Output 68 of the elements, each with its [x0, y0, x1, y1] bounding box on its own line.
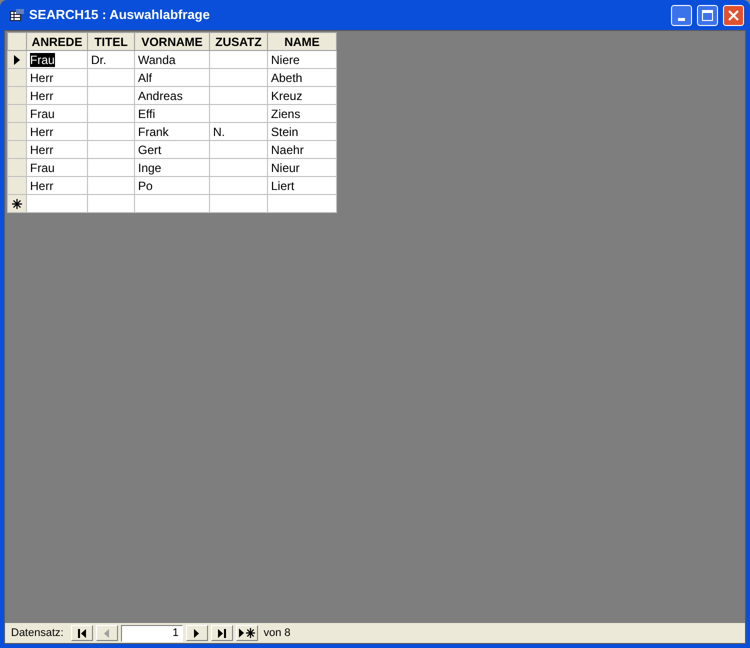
window-title: SEARCH15 : Auswahlabfrage: [29, 6, 211, 24]
column-header[interactable]: VORNAME: [134, 32, 210, 50]
table-cell: Nieur: [268, 158, 336, 176]
table-cell: Alf: [134, 68, 210, 86]
maximize-icon: [702, 10, 713, 20]
table-cell: [88, 140, 134, 158]
last-record-button[interactable]: [210, 625, 233, 641]
row-selector[interactable]: [8, 194, 26, 212]
new-record-button[interactable]: [236, 625, 258, 641]
maximize-button[interactable]: [697, 4, 718, 26]
table-cell: [210, 158, 268, 176]
datasheet-icon: [10, 9, 24, 21]
table-cell: [88, 122, 134, 140]
new-row-icon: [12, 198, 22, 208]
table-cell: [88, 86, 134, 104]
table-cell: Po: [134, 176, 210, 194]
column-header[interactable]: NAME: [268, 32, 336, 50]
table-cell: [210, 86, 268, 104]
table-cell: Kreuz: [268, 86, 336, 104]
table-cell: [210, 50, 268, 68]
column-header[interactable]: ZUSATZ: [210, 32, 268, 50]
table-cell: Frau: [26, 158, 88, 176]
record-number-field[interactable]: 1: [120, 624, 183, 642]
table-cell: [88, 68, 134, 86]
new-record-icon: [238, 628, 255, 638]
table-cell: N.: [210, 122, 268, 140]
table-cell: [88, 158, 134, 176]
table-cell: Herr: [26, 68, 88, 86]
corner-cell: [8, 32, 26, 50]
previous-icon: [104, 628, 110, 638]
selected-cell-text: Frau: [30, 52, 55, 66]
table-cell: [210, 104, 268, 122]
table-cell: Frau: [26, 104, 88, 122]
table-cell: Herr: [26, 176, 88, 194]
table-cell: [210, 140, 268, 158]
table-cell: Inge: [134, 158, 210, 176]
next-record-button[interactable]: [186, 625, 208, 641]
row-selector[interactable]: [8, 50, 26, 68]
minimize-button[interactable]: [671, 4, 692, 26]
table-cell: Dr.: [88, 50, 134, 68]
table-cell: [88, 104, 134, 122]
first-record-icon: [76, 628, 87, 638]
table-cell: Herr: [26, 122, 88, 140]
minimize-icon: [678, 18, 685, 20]
table-cell: Wanda: [134, 50, 210, 68]
table-cell: Herr: [26, 140, 88, 158]
column-header[interactable]: ANREDE: [26, 32, 88, 50]
record-count: von 8: [264, 626, 291, 641]
close-button[interactable]: [723, 4, 744, 26]
table-cell: Ziens: [268, 104, 336, 122]
table-cell: [210, 68, 268, 86]
table-cell: Niere: [268, 50, 336, 68]
table-cell: Naehr: [268, 140, 336, 158]
table-cell: Effi: [134, 104, 210, 122]
table-cell: Abeth: [268, 68, 336, 86]
record-label: Datensatz:: [11, 626, 64, 641]
table-cell: Frank: [134, 122, 210, 140]
last-record-icon: [216, 628, 227, 638]
close-icon: [728, 10, 739, 20]
table-cell: Stein: [268, 122, 336, 140]
column-header[interactable]: TITEL: [88, 32, 134, 50]
next-icon: [194, 628, 200, 638]
table-cell: Gert: [134, 140, 210, 158]
table-cell: Herr: [26, 86, 88, 104]
first-record-button[interactable]: [70, 625, 93, 641]
current-row-icon: [14, 54, 20, 64]
table-cell: Andreas: [134, 86, 210, 104]
table-cell: Liert: [268, 176, 336, 194]
